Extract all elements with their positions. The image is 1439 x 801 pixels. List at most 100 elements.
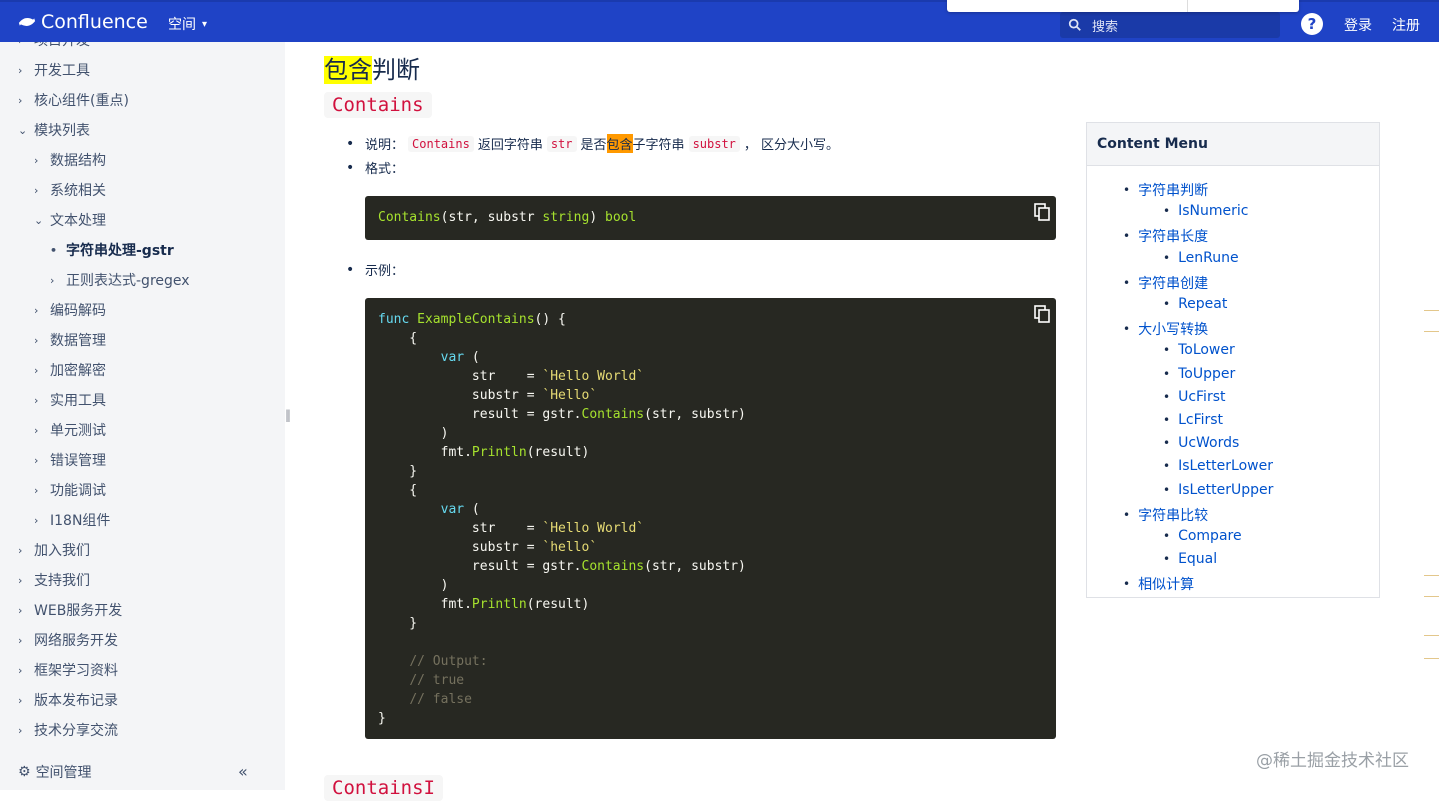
sidebar-item[interactable]: › 框架学习资料 [18, 660, 118, 680]
chevron-right-icon[interactable]: › [34, 514, 50, 527]
sidebar-item[interactable]: › 编码解码 [34, 300, 106, 320]
content-menu-link[interactable]: 大小写转换 [1123, 319, 1208, 339]
space-settings-link[interactable]: ⚙ 空间管理 [18, 762, 92, 782]
format-label: 格式： [365, 162, 405, 177]
chevron-right-icon[interactable]: › [34, 364, 50, 377]
sidebar: ›项目开发›开发工具›核心组件(重点)⌄模块列表›数据结构›系统相关⌄文本处理•… [0, 42, 285, 790]
sidebar-item-label: 单元测试 [50, 423, 106, 439]
content-menu-link[interactable]: IsLetterLower [1163, 458, 1273, 474]
space-menu[interactable]: 空间 ▾ [168, 14, 207, 34]
code-text: func ExampleContains() { { var ( str = `… [378, 312, 746, 726]
sidebar-item-label: 系统相关 [50, 183, 106, 199]
content-menu-link[interactable]: LcFirst [1163, 412, 1223, 428]
register-link[interactable]: 注册 [1392, 15, 1420, 35]
chevron-right-icon[interactable]: › [34, 304, 50, 317]
desc-highlight: 包含 [606, 134, 633, 153]
sidebar-item[interactable]: › 正则表达式-gregex [50, 270, 190, 290]
sidebar-item[interactable]: › 支持我们 [18, 570, 90, 590]
sidebar-item[interactable]: ⌄ 模块列表 [18, 120, 90, 140]
watermark: @稀土掘金技术社区 [1256, 751, 1409, 771]
sidebar-item[interactable]: › 版本发布记录 [18, 690, 118, 710]
sidebar-item[interactable]: › 开发工具 [18, 60, 90, 80]
chevron-right-icon[interactable]: › [34, 154, 50, 167]
sidebar-item-label: 功能调试 [50, 483, 106, 499]
content-menu-link[interactable]: Compare [1163, 528, 1242, 544]
content-menu-link[interactable]: UcFirst [1163, 389, 1225, 405]
content-menu-link[interactable]: 字符串判断 [1123, 180, 1208, 200]
sidebar-item[interactable]: › 实用工具 [34, 390, 106, 410]
content-menu-link[interactable]: IsNumeric [1163, 203, 1248, 219]
sidebar-item[interactable]: › 数据结构 [34, 150, 106, 170]
chevron-right-icon[interactable]: › [18, 544, 34, 557]
collapse-sidebar-icon[interactable]: « [238, 762, 248, 781]
sidebar-item[interactable]: › 技术分享交流 [18, 720, 118, 740]
chevron-right-icon[interactable]: › [34, 394, 50, 407]
content-menu-link[interactable]: LenRune [1163, 250, 1239, 266]
chevron-down-icon[interactable]: ⌄ [34, 214, 50, 227]
sidebar-item[interactable]: › I18N组件 [34, 510, 110, 530]
copy-icon[interactable] [1034, 203, 1050, 221]
search-icon [1068, 18, 1081, 31]
code-str: str [546, 135, 577, 152]
chevron-down-icon[interactable]: ⌄ [18, 124, 34, 137]
content-menu-link[interactable]: Equal [1163, 551, 1217, 567]
list-item-format: 格式： [346, 158, 405, 178]
bullet-icon[interactable]: • [50, 244, 66, 257]
sidebar-item[interactable]: › 单元测试 [34, 420, 106, 440]
chevron-down-icon: ▾ [202, 18, 208, 30]
sidebar-item-label: 编码解码 [50, 303, 106, 319]
chevron-right-icon[interactable]: › [18, 574, 34, 587]
chevron-right-icon[interactable]: › [34, 334, 50, 347]
sidebar-item[interactable]: › 加密解密 [34, 360, 106, 380]
sidebar-item[interactable]: › 网络服务开发 [18, 630, 118, 650]
sidebar-item-label: 项目开发 [34, 42, 90, 50]
space-menu-label: 空间 [168, 17, 196, 33]
content-menu-link[interactable]: 字符串比较 [1123, 505, 1208, 525]
content-menu-link[interactable]: 字符串创建 [1123, 273, 1208, 293]
search-input[interactable]: 搜索 [1060, 12, 1280, 38]
content-menu-link[interactable]: 相似计算 [1123, 574, 1194, 594]
content-menu-link[interactable]: Repeat [1163, 296, 1227, 312]
content-menu-link[interactable]: 字符串长度 [1123, 226, 1208, 246]
chevron-right-icon[interactable]: › [34, 424, 50, 437]
chevron-right-icon[interactable]: › [18, 664, 34, 677]
sidebar-item[interactable]: › 加入我们 [18, 540, 90, 560]
sidebar-item[interactable]: › 核心组件(重点) [18, 90, 129, 110]
copy-icon[interactable] [1034, 305, 1050, 323]
sidebar-item[interactable]: ›项目开发 [18, 42, 90, 50]
help-icon[interactable]: ? [1301, 13, 1323, 35]
chevron-right-icon[interactable]: › [18, 604, 34, 617]
sidebar-item[interactable]: › 错误管理 [34, 450, 106, 470]
confluence-logo[interactable]: Confluence [18, 11, 148, 33]
desc-text: ， 区分大小写。 [743, 138, 840, 153]
sidebar-resize-handle[interactable]: ‖ [285, 408, 291, 422]
gear-icon: ⚙ [18, 764, 31, 780]
chevron-right-icon[interactable]: › [50, 274, 66, 287]
sidebar-item[interactable]: › WEB服务开发 [18, 600, 122, 620]
sidebar-item[interactable]: › 功能调试 [34, 480, 106, 500]
chevron-right-icon[interactable]: › [18, 724, 34, 737]
search-placeholder: 搜索 [1092, 19, 1119, 35]
chevron-right-icon[interactable]: › [18, 634, 34, 647]
chevron-right-icon[interactable]: › [34, 184, 50, 197]
content-menu-link[interactable]: UcWords [1163, 435, 1239, 451]
edge-decoration [1424, 575, 1439, 597]
login-link[interactable]: 登录 [1344, 15, 1372, 35]
chevron-right-icon[interactable]: › [34, 484, 50, 497]
content-menu-link[interactable]: IsLetterUpper [1163, 482, 1273, 498]
chevron-right-icon[interactable]: › [18, 42, 34, 47]
chevron-right-icon[interactable]: › [18, 64, 34, 77]
sidebar-item[interactable]: › 数据管理 [34, 330, 106, 350]
chevron-right-icon[interactable]: › [18, 94, 34, 107]
sidebar-item-label: 框架学习资料 [34, 663, 118, 679]
sidebar-item[interactable]: › 系统相关 [34, 180, 106, 200]
dropdown-popup [947, 0, 1299, 12]
chevron-right-icon[interactable]: › [34, 454, 50, 467]
sidebar-item[interactable]: ⌄ 文本处理 [34, 210, 106, 230]
content-menu-link[interactable]: ToUpper [1163, 366, 1235, 382]
chevron-right-icon[interactable]: › [18, 694, 34, 707]
sidebar-item[interactable]: • 字符串处理-gstr [50, 240, 174, 260]
sidebar-item-label: 字符串处理-gstr [66, 243, 174, 259]
content-menu-list: 字符串判断 IsNumeric 字符串长度 LenRune 字符串创建 Repeat 大小写… [1087, 166, 1379, 597]
content-menu-link[interactable]: ToLower [1163, 342, 1235, 358]
